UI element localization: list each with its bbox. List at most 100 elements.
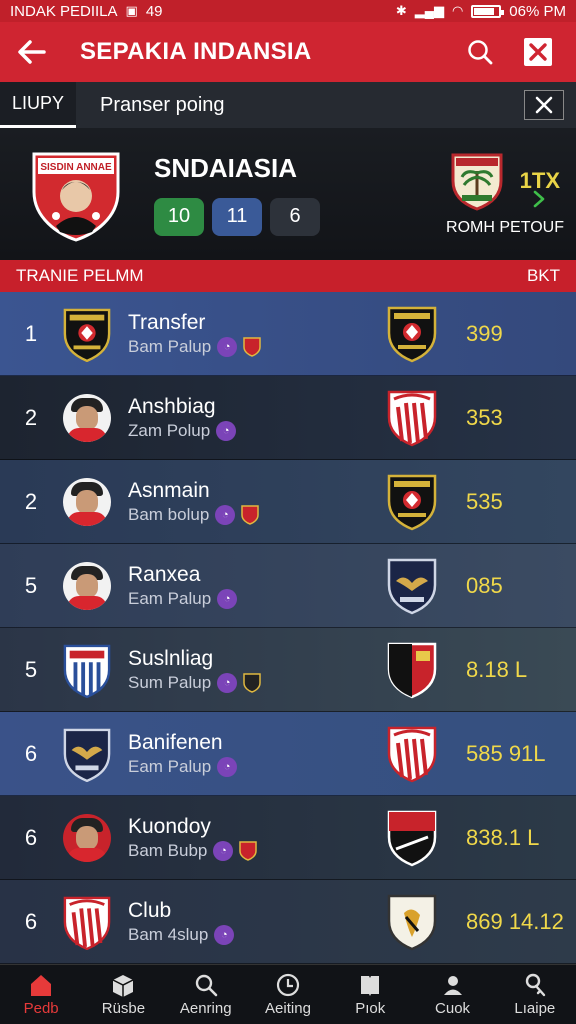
row-club-badge — [358, 473, 466, 531]
role-icon: ◔ — [213, 840, 234, 861]
stat-pills: 10 11 6 — [154, 197, 450, 236]
stat-pill[interactable]: 10 — [154, 197, 204, 236]
row-name: Kuondoy — [128, 814, 211, 838]
status-bar: INDAK PEDIILA ▣ 49 ✱ ▂▄▆ ◠ 06% PM — [0, 0, 576, 22]
row-rank: 6 — [24, 824, 38, 850]
row-value: 085 — [466, 572, 503, 598]
back-button[interactable] — [16, 32, 56, 72]
list-row[interactable]: 1 Transfer Bam Palup ◔ 399 — [0, 292, 576, 376]
row-avatar — [62, 895, 112, 950]
nav-item-key[interactable]: Lıaipe — [494, 972, 576, 1017]
row-sub: Bam bolup ◔ — [128, 504, 358, 525]
tab-main[interactable]: LIUPY — [0, 82, 76, 128]
small-shield-icon — [241, 504, 260, 525]
club-avatar — [62, 727, 112, 782]
row-name: Asnmain — [128, 478, 210, 502]
list-row[interactable]: 2 Asnmain Bam bolup ◔ 535 — [0, 460, 576, 544]
row-rank: 2 — [24, 404, 38, 430]
row-name: Suslnliag — [128, 646, 214, 670]
opponent-badge — [451, 153, 503, 211]
row-avatar — [62, 811, 112, 865]
row-sub-text: Bam 4slup — [128, 924, 209, 944]
row-sub-text: Bam Palup — [128, 336, 212, 356]
list-row[interactable]: 6 Kuondoy Bam Bubp ◔ 838.1 L — [0, 796, 576, 880]
row-name: Anshbiag — [128, 394, 216, 418]
row-avatar — [62, 643, 112, 698]
section-header: TRANIE PELMM BKT — [0, 260, 576, 292]
row-info: Club Bam 4slup ◔ — [128, 899, 358, 945]
signal-icon: ▂▄▆ — [414, 3, 444, 18]
row-club-badge — [358, 641, 466, 699]
row-info: Suslnliag Sum Palup ◔ — [128, 647, 358, 693]
search-icon — [468, 40, 493, 65]
row-rank: 5 — [24, 656, 38, 682]
nav-label: Lıaipe — [514, 1000, 556, 1017]
small-shield-icon — [243, 336, 261, 357]
row-info: Kuondoy Bam Bubp ◔ — [128, 815, 358, 861]
player-avatar — [63, 813, 111, 862]
section-sort-label[interactable]: BKT — [527, 266, 560, 286]
search-button[interactable] — [458, 30, 502, 74]
row-club-badge — [358, 809, 466, 867]
page-title: SEPAKIA INDANSIA — [80, 38, 312, 65]
row-avatar — [62, 391, 112, 445]
row-rank: 5 — [24, 572, 38, 598]
club-name: SNDAIASIA — [154, 152, 298, 183]
row-rank: 1 — [24, 320, 38, 346]
small-shield-icon — [243, 672, 261, 693]
bottom-nav: Pedb Rüsbe Aenring Aeiting Pıok Cuok Lıa… — [0, 964, 576, 1024]
nav-item-search[interactable]: Aenring — [165, 972, 247, 1017]
nav-item-box[interactable]: Rüsbe — [82, 972, 164, 1017]
list-row[interactable]: 6 Banifenen Eam Palup ◔ 585 91L — [0, 712, 576, 796]
close-button[interactable] — [516, 30, 560, 74]
nav-label: Rüsbe — [101, 1000, 146, 1017]
row-club-badge — [358, 557, 466, 615]
small-shield-icon — [239, 840, 258, 861]
box-icon — [113, 975, 134, 997]
status-left: INDAK PEDIILA ▣ 49 — [10, 3, 163, 20]
role-icon: ◔ — [214, 924, 235, 945]
row-avatar — [62, 559, 112, 613]
row-value: 353 — [466, 404, 503, 430]
list-row[interactable]: 6 Club Bam 4slup ◔ 869 14.12 — [0, 880, 576, 964]
club-avatar — [62, 643, 112, 698]
club-avatar — [62, 895, 112, 950]
stat-pill[interactable]: 11 — [212, 197, 262, 236]
battery-icon — [471, 4, 505, 18]
header-right[interactable]: 1TX ROMH PETOUF — [446, 151, 564, 237]
row-sub: Bam Palup ◔ — [128, 336, 358, 357]
row-name: Banifenen — [128, 730, 223, 754]
nav-label: Pedb — [23, 1000, 59, 1017]
clock-icon — [276, 973, 300, 997]
badge-text: SISDIN ANNAE — [40, 162, 112, 173]
club-header: SISDIN ANNAE SNDAIASIA 10 11 6 1TX ROMH … — [0, 128, 576, 260]
row-value: 535 — [466, 488, 503, 514]
arrow-left-icon — [18, 40, 46, 64]
home-icon — [31, 975, 52, 996]
row-value: 838.1 L — [466, 824, 540, 850]
role-icon: ◔ — [215, 504, 236, 525]
player-avatar — [63, 477, 111, 526]
nav-item-book[interactable]: Pıok — [329, 972, 411, 1017]
row-info: Ranxea Eam Palup ◔ — [128, 563, 358, 609]
close-icon — [524, 38, 552, 66]
nav-item-person[interactable]: Cuok — [412, 972, 494, 1017]
sim-icon: ▣ — [125, 3, 138, 18]
tab-close-button[interactable] — [524, 90, 564, 120]
club-badge: SISDIN ANNAE — [32, 152, 120, 242]
list-row[interactable]: 5 Suslnliag Sum Palup ◔ 8.18 L — [0, 628, 576, 712]
row-sub: Bam Bubp ◔ — [128, 840, 358, 861]
nav-item-home[interactable]: Pedb — [0, 972, 82, 1017]
row-info: Banifenen Eam Palup ◔ — [128, 731, 358, 777]
list-row[interactable]: 2 Anshbiag Zam Polup ◔ 353 — [0, 376, 576, 460]
list-row[interactable]: 5 Ranxea Eam Palup ◔ 085 — [0, 544, 576, 628]
stat-pill[interactable]: 6 — [270, 197, 320, 236]
row-sub-text: Bam bolup — [128, 504, 210, 524]
nav-item-clock[interactable]: Aeiting — [247, 972, 329, 1017]
row-value: 8.18 L — [466, 656, 528, 682]
row-info: Anshbiag Zam Polup ◔ — [128, 395, 358, 441]
row-name: Club — [128, 898, 172, 922]
transfer-list: 1 Transfer Bam Palup ◔ 399 2 Anshbiag Za… — [0, 292, 576, 964]
tab-second[interactable]: Pranser poing — [76, 82, 576, 128]
row-club-badge — [358, 305, 466, 363]
